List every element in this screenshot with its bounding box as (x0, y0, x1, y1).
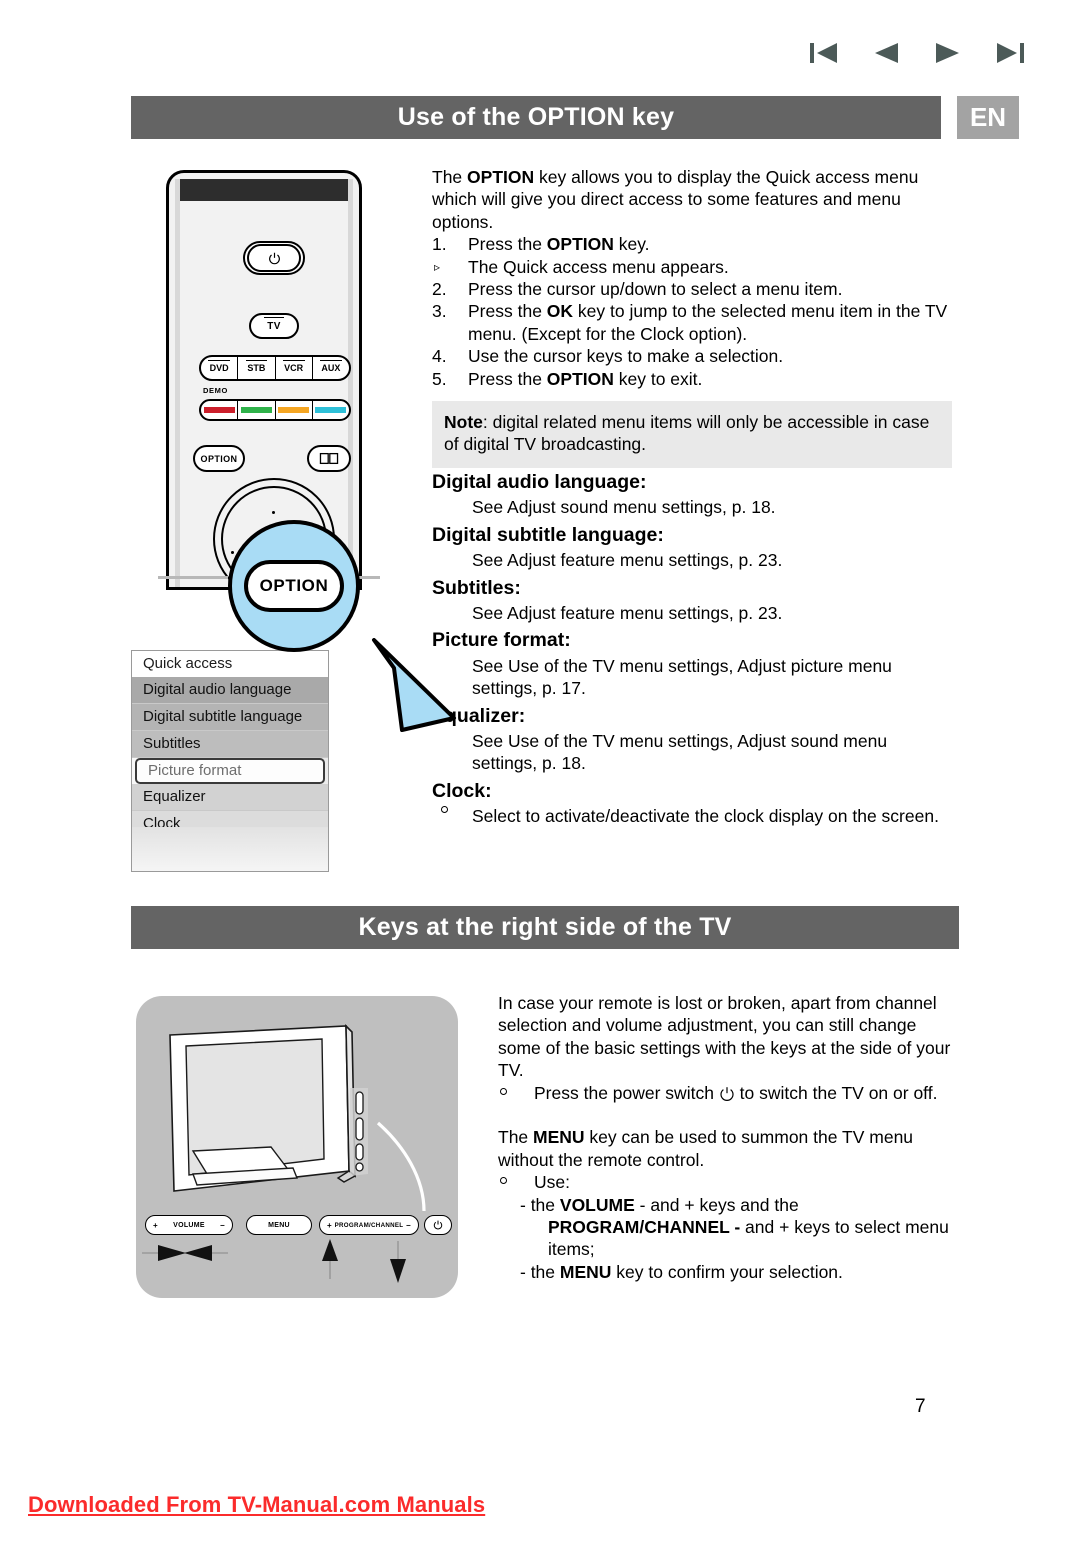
remote-tv-key: TV (249, 313, 299, 339)
remote-key-dvd: DVD (201, 357, 239, 379)
note-label: Note (444, 412, 483, 432)
tv-keys-instructions: In case your remote is lost or broken, a… (498, 992, 958, 1283)
page-number: 7 (915, 1396, 926, 1417)
quick-access-item-equalizer[interactable]: Equalizer (132, 784, 328, 811)
tv-keys-paragraph-2: The MENU key can be used to summon the T… (498, 1127, 914, 1170)
def-term-subtitles: Subtitles: (432, 576, 521, 599)
divider-right (358, 576, 380, 579)
remote-color-keys (199, 399, 351, 421)
quick-access-item-subtitles[interactable]: Subtitles (132, 731, 328, 758)
remote-power-key (243, 241, 305, 275)
def-term-clock: Clock: (432, 779, 492, 802)
option-key-instructions: The OPTION key allows you to display the… (432, 166, 952, 390)
def-term-digital-subtitle-language: Digital subtitle language: (432, 523, 664, 546)
first-page-icon[interactable] (809, 40, 839, 66)
tv-keys-paragraph-1: In case your remote is lost or broken, a… (498, 993, 951, 1081)
previous-page-icon[interactable] (871, 40, 901, 66)
remote-color-key-red (201, 401, 239, 419)
section-header-tv-keys: Keys at the right side of the TV (131, 906, 959, 949)
option-definitions: Digital audio language: See Adjust sound… (432, 466, 957, 828)
tv-keys-sub-items: items; (548, 1239, 595, 1260)
remote-device-keys: DVD STB VCR AUX (199, 355, 351, 381)
tv-key-volume: + VOLUME − (145, 1215, 233, 1235)
note-box: Note: digital related menu items will on… (432, 401, 952, 468)
manual-page: Use of the OPTION key EN TV DVD STB VCR … (0, 0, 1080, 1560)
remote-color-key-green (238, 401, 276, 419)
remote-cursor-dot-top (272, 511, 275, 514)
remote-key-stb: STB (238, 357, 276, 379)
quick-access-menu: Quick access Digital audio language Digi… (131, 650, 329, 872)
page-title: Use of the OPTION key (397, 103, 675, 131)
next-page-icon[interactable] (933, 40, 963, 66)
intro-paragraph: The OPTION key allows you to display the… (432, 166, 952, 233)
circle-bullet-icon (441, 806, 448, 814)
page-navigation (745, 40, 1025, 66)
callout-option-capsule: OPTION (244, 560, 344, 612)
download-watermark: Downloaded From TV-Manual.com Manuals (28, 1492, 486, 1517)
quick-access-title: Quick access (132, 651, 328, 677)
def-desc-equalizer: See Use of the TV menu settings, Adjust … (472, 731, 888, 774)
remote-key-vcr: VCR (276, 357, 313, 379)
last-page-icon[interactable] (995, 40, 1025, 66)
tv-key-program-channel: + PROGRAM/CHANNEL − (319, 1215, 419, 1235)
remote-rail-right (348, 179, 353, 587)
remote-key-aux: AUX (313, 357, 349, 379)
step-2: 2. Press the cursor up/down to select a m… (432, 279, 843, 300)
tv-keys-bullet-power: Press the power switch to switch the TV … (498, 1082, 958, 1104)
quick-access-footer-area (132, 827, 328, 871)
note-text: : digital related menu items will only b… (444, 412, 930, 455)
language-badge: EN (957, 96, 1019, 139)
tv-keys-bullet-use: Use: (498, 1171, 958, 1193)
book-icon (319, 452, 339, 465)
step-4: 4. Use the cursor keys to make a selectio… (432, 346, 784, 367)
def-desc-clock: Select to activate/deactivate the clock … (432, 802, 957, 827)
tv-keys-sub-volume: - the VOLUME - and + keys and the (520, 1194, 799, 1215)
def-desc-digital-subtitle-language: See Adjust feature menu settings, p. 23. (472, 550, 783, 571)
def-desc-subtitles: See Adjust feature menu settings, p. 23. (472, 603, 783, 624)
triangle-bullet-icon: ▹ (434, 259, 441, 274)
divider-left (158, 576, 228, 579)
intro-bold-option: OPTION (467, 167, 535, 187)
quick-access-item-digital-audio-language[interactable]: Digital audio language (132, 677, 328, 704)
remote-cursor-dot-left (231, 551, 234, 554)
def-term-digital-audio-language: Digital audio language: (432, 471, 647, 493)
remote-color-key-yellow (276, 401, 313, 419)
intro-pre: The (432, 167, 468, 187)
def-term-equalizer: Equalizer: (432, 704, 526, 727)
step-list: 1. Press the OPTION key. ▹ The Quick acces… (432, 233, 952, 390)
remote-option-key: OPTION (193, 445, 245, 472)
tv-illustration-panel: + VOLUME − MENU + PROGRAM/CHANNEL − (136, 996, 458, 1298)
remote-ir-window (175, 179, 353, 201)
def-desc-picture-format: See Use of the TV menu settings, Adjust … (472, 655, 892, 699)
quick-access-item-picture-format[interactable]: Picture format (135, 758, 325, 784)
quick-access-item-digital-subtitle-language[interactable]: Digital subtitle language (132, 704, 328, 731)
def-desc-digital-audio-language: See Adjust sound menu settings, p. 18. (472, 497, 776, 518)
tv-key-direction-arrows (142, 1239, 406, 1283)
power-icon (433, 1220, 443, 1230)
step-3: 3. Press the OK key to jump to the select… (432, 301, 948, 344)
remote-rail-left (175, 179, 180, 587)
remote-color-key-cyan (313, 401, 349, 419)
step-1-result: ▹ The Quick access menu appears. (434, 256, 729, 277)
option-key-callout: OPTION (228, 520, 360, 652)
circle-bullet-icon (500, 1177, 507, 1185)
remote-demo-label: DEMO (203, 386, 228, 395)
circle-bullet-icon (500, 1087, 507, 1095)
tv-keys-sub-program: PROGRAM/CHANNEL - and + keys to select m… (548, 1217, 949, 1238)
power-icon (268, 252, 280, 264)
tv-key-menu: MENU (246, 1215, 312, 1235)
tv-keys-sub-menu: - the MENU key to confirm your selection… (520, 1261, 843, 1282)
step-5: 5. Press the OPTION key to exit. (432, 368, 703, 389)
section2-title: Keys at the right side of the TV (358, 913, 732, 941)
section-header-option-key: Use of the OPTION key (131, 96, 941, 139)
remote-guide-key (307, 445, 351, 472)
power-icon (720, 1086, 734, 1101)
def-term-picture-format: Picture format: (432, 629, 571, 652)
tv-key-power (424, 1215, 452, 1235)
callout-pointer (372, 638, 456, 732)
step-1: 1. Press the OPTION key. (432, 234, 650, 255)
